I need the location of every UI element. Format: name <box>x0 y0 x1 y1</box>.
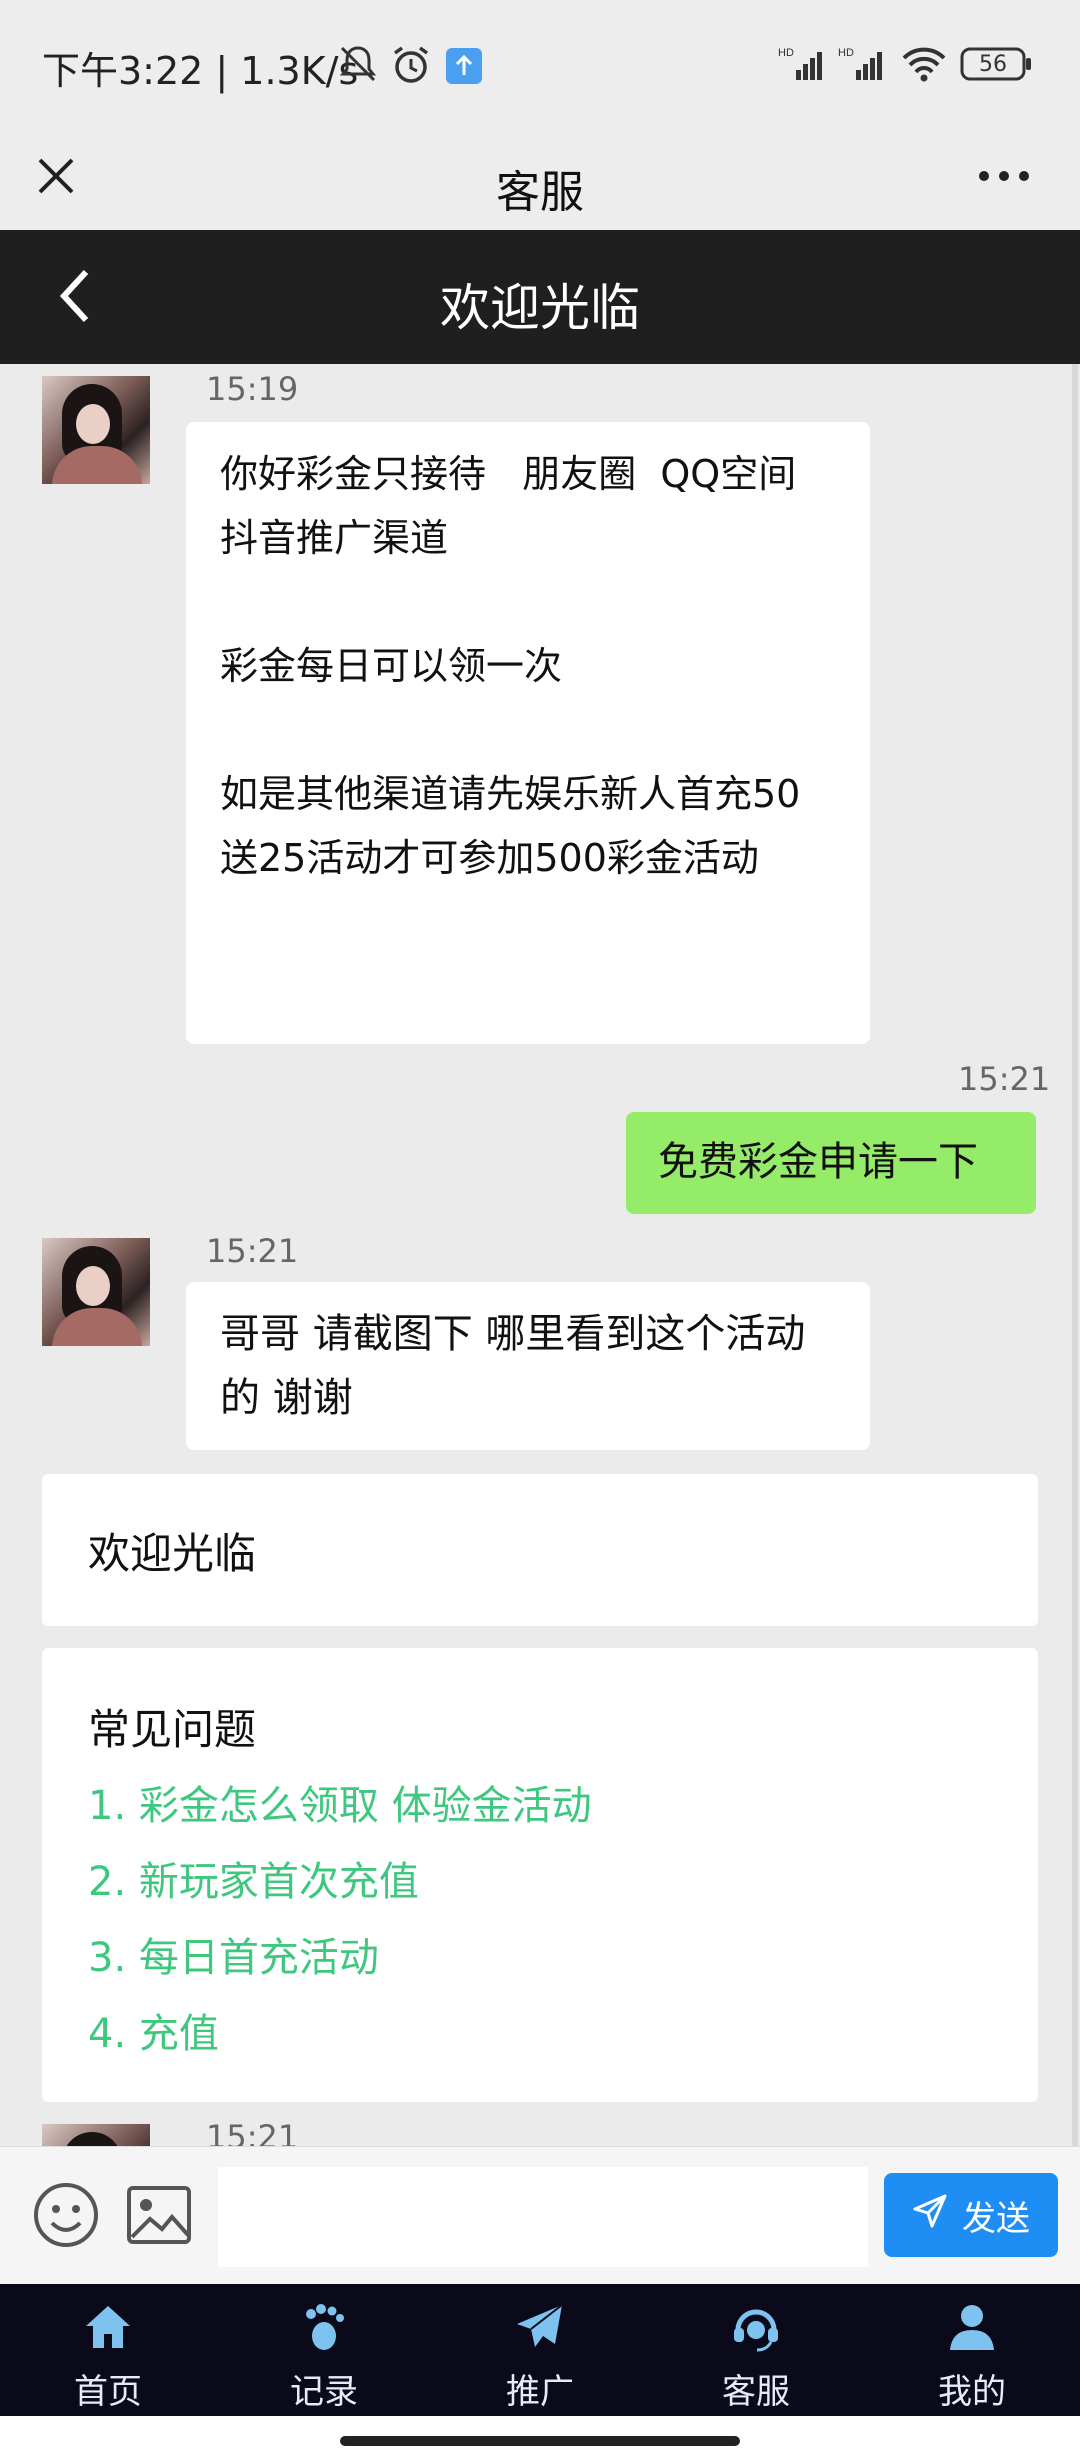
faq-item-link[interactable]: 4. 充值 <box>88 1996 592 2072</box>
message-input[interactable] <box>218 2167 868 2267</box>
agent-avatar <box>42 2124 150 2146</box>
nav-label: 记录 <box>290 2372 358 2412</box>
more-options-icon[interactable] <box>978 166 1030 190</box>
emoji-icon[interactable] <box>32 2181 100 2253</box>
message-text: 你好彩金只接待 朋友圈 QQ空间 抖音推广渠道 彩金每日可以领一次 如是其他渠道… <box>220 452 801 880</box>
page-title: 客服 <box>496 167 584 218</box>
svg-text:HD: HD <box>778 47 794 59</box>
header-title: 欢迎光临 <box>440 279 640 337</box>
nav-label: 推广 <box>506 2372 574 2412</box>
user-message-bubble: 免费彩金申请一下 <box>626 1112 1036 1214</box>
status-time: 下午3:22 | 1.3K/s <box>42 49 359 93</box>
message-timestamp: 15:21 <box>206 1232 299 1270</box>
nav-item-home[interactable]: 首页 <box>0 2284 216 2416</box>
home-indicator[interactable] <box>340 2436 740 2446</box>
faq-card: 常见问题 1. 彩金怎么领取 体验金活动 2. 新玩家首次充值 3. 每日首充活… <box>42 1648 1038 2102</box>
send-label: 发送 <box>962 2198 1030 2239</box>
message-text: 免费彩金申请一下 <box>658 1139 978 1185</box>
nav-item-records[interactable]: 记录 <box>216 2284 432 2416</box>
chat-area[interactable]: 15:19 你好彩金只接待 朋友圈 QQ空间 抖音推广渠道 彩金每日可以领一次 … <box>0 364 1080 2146</box>
mute-bell-icon <box>338 44 378 88</box>
welcome-card: 欢迎光临 <box>42 1474 1038 1626</box>
chat-scrollbar[interactable] <box>1072 364 1078 2146</box>
message-text: 哥哥 请截图下 哪里看到这个活动的 谢谢 <box>220 1311 806 1421</box>
webview-title-bar: 客服 <box>0 128 1080 230</box>
faq-item-link[interactable]: 2. 新玩家首次充值 <box>88 1844 592 1920</box>
svg-text:HD: HD <box>838 47 854 59</box>
message-timestamp: 15:19 <box>206 370 299 408</box>
signal-hd-2-icon: HD <box>838 44 890 88</box>
nav-label: 我的 <box>938 2372 1006 2412</box>
nav-item-promotion[interactable]: 推广 <box>432 2284 648 2416</box>
faq-title: 常见问题 <box>88 1705 257 1754</box>
footprint-icon <box>306 2304 344 2350</box>
faq-item-link[interactable]: 3. 每日首充活动 <box>88 1920 592 1996</box>
nav-label: 首页 <box>74 2372 142 2412</box>
image-picker-icon[interactable] <box>126 2185 192 2249</box>
nav-item-customer-service[interactable]: 客服 <box>648 2284 864 2416</box>
send-icon <box>912 2193 948 2238</box>
status-bar: 下午3:22 | 1.3K/s HD HD 56 <box>0 0 1080 128</box>
user-icon <box>950 2305 994 2350</box>
faq-item-link[interactable]: 1. 彩金怎么领取 体验金活动 <box>88 1768 592 1844</box>
agent-message-bubble: 你好彩金只接待 朋友圈 QQ空间 抖音推广渠道 彩金每日可以领一次 如是其他渠道… <box>186 422 870 1044</box>
welcome-text: 欢迎光临 <box>88 1529 257 1578</box>
agent-avatar <box>42 376 150 484</box>
home-icon <box>86 2306 130 2348</box>
message-timestamp: 15:21 <box>206 2118 299 2146</box>
faq-list: 1. 彩金怎么领取 体验金活动 2. 新玩家首次充值 3. 每日首充活动 4. … <box>88 1768 592 2072</box>
alarm-icon <box>390 44 432 90</box>
bottom-nav: 首页 记录 推广 客服 我的 <box>0 2284 1080 2416</box>
signal-hd-1-icon: HD <box>778 44 830 88</box>
headset-icon <box>734 2309 778 2352</box>
input-bar: 发送 <box>0 2146 1080 2285</box>
send-button[interactable]: 发送 <box>884 2173 1058 2257</box>
app-header: 欢迎光临 <box>0 230 1080 364</box>
battery-level: 56 <box>979 52 1007 77</box>
agent-message-bubble: 哥哥 请截图下 哪里看到这个活动的 谢谢 <box>186 1282 870 1450</box>
nav-label: 客服 <box>722 2372 790 2412</box>
upload-notification-icon <box>446 48 482 88</box>
nav-item-profile[interactable]: 我的 <box>864 2284 1080 2416</box>
wifi-icon <box>900 44 948 88</box>
agent-avatar <box>42 1238 150 1346</box>
paper-plane-icon <box>517 2304 563 2347</box>
message-timestamp: 15:21 <box>958 1060 1051 1098</box>
